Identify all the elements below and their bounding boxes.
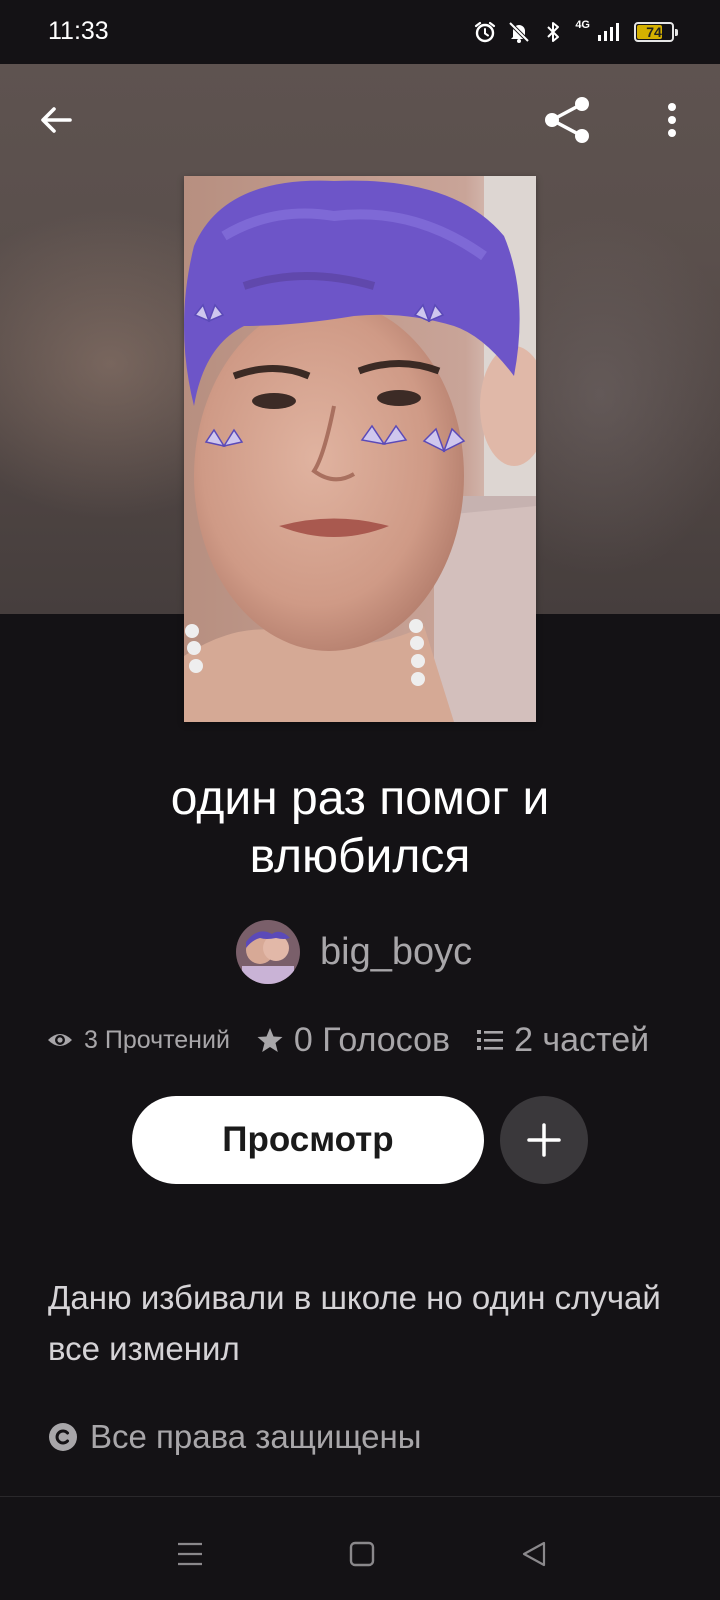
nav-home-button[interactable] bbox=[338, 1530, 386, 1578]
network-type-label: 4G bbox=[575, 19, 590, 31]
battery-level: 74 bbox=[646, 24, 662, 40]
status-icons: 4G 74 bbox=[473, 18, 678, 46]
reads-stat: 3 Прочтений bbox=[46, 1026, 230, 1055]
nav-menu-button[interactable] bbox=[166, 1530, 214, 1578]
share-icon bbox=[545, 97, 589, 143]
bluetooth-icon bbox=[547, 22, 560, 42]
home-icon bbox=[349, 1541, 375, 1567]
author-name[interactable]: big_boyc bbox=[320, 931, 472, 974]
status-time: 11:33 bbox=[48, 17, 109, 45]
story-stats: 3 Прочтений 0 Голосов 2 частей bbox=[46, 1018, 686, 1062]
votes-count: 0 Голосов bbox=[293, 1020, 451, 1059]
story-title: один раз помог и влюбился bbox=[170, 772, 550, 883]
story-cover-image[interactable] bbox=[184, 176, 536, 722]
copyright-text: Все права защищены bbox=[90, 1418, 422, 1455]
back-icon bbox=[522, 1541, 546, 1567]
author-avatar[interactable] bbox=[236, 920, 300, 984]
status-bar: 11:33 4G 74 bbox=[0, 0, 720, 64]
reads-count: 3 Прочтений bbox=[84, 1025, 230, 1054]
author-link[interactable]: big_boyc bbox=[236, 920, 472, 984]
more-options-button[interactable] bbox=[642, 90, 702, 150]
list-icon bbox=[477, 1030, 504, 1050]
copyright-info: Все права защищены bbox=[48, 1418, 421, 1456]
parts-count: 2 частей bbox=[514, 1020, 650, 1059]
mute-icon bbox=[508, 21, 530, 43]
back-button[interactable] bbox=[26, 90, 86, 150]
nav-back-button[interactable] bbox=[510, 1530, 558, 1578]
votes-stat: 0 Голосов bbox=[256, 1021, 450, 1060]
back-arrow-icon bbox=[41, 107, 72, 133]
battery-icon: 74 bbox=[634, 22, 678, 42]
parts-stat: 2 частей bbox=[476, 1021, 649, 1060]
menu-icon bbox=[178, 1542, 202, 1566]
alarm-icon bbox=[475, 21, 496, 43]
copyright-icon bbox=[49, 1423, 77, 1451]
add-to-library-button[interactable] bbox=[500, 1096, 588, 1184]
plus-icon bbox=[527, 1123, 561, 1157]
eye-icon bbox=[48, 1034, 72, 1046]
cover-photo bbox=[184, 176, 536, 722]
story-description: Даню избивали в школе но один случай все… bbox=[48, 1279, 661, 1367]
read-button[interactable]: Просмотр bbox=[132, 1096, 484, 1184]
share-button[interactable] bbox=[538, 90, 598, 150]
more-vert-icon bbox=[668, 103, 676, 137]
signal-icon bbox=[598, 23, 619, 41]
star-icon bbox=[257, 1028, 283, 1052]
